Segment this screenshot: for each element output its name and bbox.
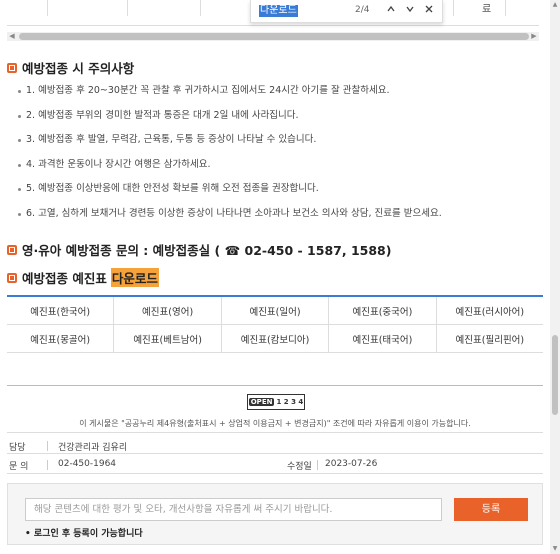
download-link-thai[interactable]: 예진표(태국어) — [329, 325, 437, 352]
divider — [7, 432, 543, 433]
feedback-input[interactable]: 해당 콘텐츠에 대한 평가 및 오타, 개선사항을 자유롭게 써 주시기 바랍니… — [25, 498, 442, 521]
manager-label: 담당 — [9, 443, 26, 453]
find-match-count: 2/4 — [355, 5, 370, 15]
phone-value: 02-450-1964 — [58, 459, 117, 469]
download-link-russian[interactable]: 예진표(러시아어) — [437, 297, 543, 324]
scroll-right-icon[interactable]: ▶ — [529, 32, 539, 41]
download-heading: 예방접종 예진표 다운로드 — [7, 268, 159, 287]
list-item: 6. 고열, 심하게 보채거나 경련등 이상한 증상이 나타나면 소아과나 보건… — [18, 207, 442, 232]
phone-label: 문 의 — [9, 462, 29, 472]
download-link-filipino[interactable]: 예진표(필리핀어) — [437, 325, 543, 352]
bullet-square-icon — [7, 244, 17, 255]
download-link-korean[interactable]: 예진표(한국어) — [7, 297, 115, 324]
bullet-square-icon — [7, 272, 17, 283]
download-link-vietnamese[interactable]: 예진표(베트남어) — [114, 325, 222, 352]
inquiry-title: 영·유아 예방접종 문의 : 예방접종실 ( ☎ 02-450 - 1587, … — [22, 243, 392, 258]
inquiry-heading: 영·유아 예방접종 문의 : 예방접종실 ( ☎ 02-450 - 1587, … — [7, 240, 391, 259]
login-note: • 로그인 후 등록이 가능합니다 — [25, 529, 143, 539]
precautions-list: 1. 예방접종 후 20~30분간 꼭 관찰 후 귀가하시고 집에서도 24시간… — [18, 84, 442, 232]
precautions-title: 예방접종 시 주의사항 — [22, 61, 135, 76]
list-item: 3. 예방접종 후 발열, 무력감, 근육통, 두통 등 증상이 나타날 수 있… — [18, 133, 442, 158]
scroll-left-icon[interactable]: ◀ — [7, 32, 17, 41]
precautions-heading: 예방접종 시 주의사항 — [7, 58, 134, 77]
divider — [7, 453, 543, 454]
table-divider — [47, 0, 48, 16]
questionnaire-language-grid: 예진표(한국어) 예진표(영어) 예진표(일어) 예진표(중국어) 예진표(러시… — [7, 295, 543, 353]
table-row: 예진표(몽골어) 예진표(베트남어) 예진표(캄보디아) 예진표(태국어) 예진… — [7, 325, 543, 353]
divider — [7, 473, 543, 474]
download-highlight: 다운로드 — [110, 268, 159, 287]
scroll-up-icon[interactable]: ▲ — [550, 0, 560, 10]
chevron-down-icon[interactable] — [402, 3, 418, 19]
table-divider — [453, 0, 454, 16]
submit-button[interactable]: 등록 — [454, 498, 528, 521]
license-text: 이 게시물은 "공공누리 제4유형(출처표시 + 상업적 이용금지 + 변경금지… — [79, 419, 471, 428]
close-icon[interactable] — [421, 3, 437, 19]
horizontal-scrollbar[interactable]: ◀ ▶ — [7, 32, 539, 41]
kogl-license-badge: OPEN 1 2 3 4 — [247, 394, 305, 410]
download-link-mongolian[interactable]: 예진표(몽골어) — [7, 325, 115, 352]
modified-label: 수정일 — [287, 462, 312, 472]
table-row: 예진표(한국어) 예진표(영어) 예진표(일어) 예진표(중국어) 예진표(러시… — [7, 297, 543, 325]
download-link-english[interactable]: 예진표(영어) — [114, 297, 222, 324]
list-item: 1. 예방접종 후 20~30분간 꼭 관찰 후 귀가하시고 집에서도 24시간… — [18, 84, 442, 109]
find-in-page-bar: 다운로드 2/4 — [250, 0, 443, 23]
manager-value: 건강관리과 김유리 — [58, 443, 128, 453]
scroll-down-icon[interactable]: ▼ — [550, 544, 560, 554]
download-link-cambodian[interactable]: 예진표(캄보디아) — [222, 325, 330, 352]
modified-value: 2023-07-26 — [325, 459, 378, 469]
download-link-japanese[interactable]: 예진표(일어) — [222, 297, 330, 324]
list-item: 2. 예방접종 부위의 경미한 발적과 통증은 대개 2일 내에 사라집니다. — [18, 109, 442, 134]
license-section: OPEN 1 2 3 4 이 게시물은 "공공누리 제4유형(출처표시 + 상업… — [7, 385, 543, 428]
feedback-box: 해당 콘텐츠에 대한 평가 및 오타, 개선사항을 자유롭게 써 주시기 바랍니… — [7, 483, 543, 545]
vertical-scroll-thumb[interactable] — [552, 335, 558, 415]
horizontal-scroll-thumb[interactable] — [19, 33, 529, 40]
chevron-up-icon[interactable] — [383, 3, 399, 19]
bullet-square-icon — [7, 62, 17, 73]
list-item: 5. 예방접종 이상반응에 대한 안전성 확보를 위해 오전 접종을 권장합니다… — [18, 182, 442, 207]
vertical-scrollbar[interactable]: ▲ ▼ — [550, 0, 560, 554]
list-item: 4. 과격한 운동이나 장시간 여행은 삼가하세요. — [18, 158, 442, 183]
table-cell: 료 — [482, 4, 492, 15]
download-link-chinese[interactable]: 예진표(중국어) — [329, 297, 437, 324]
download-title: 예방접종 예진표 — [22, 271, 107, 286]
table-divider — [127, 0, 128, 16]
find-input[interactable]: 다운로드 — [259, 5, 298, 17]
table-divider — [200, 0, 201, 16]
table-divider — [505, 0, 506, 16]
